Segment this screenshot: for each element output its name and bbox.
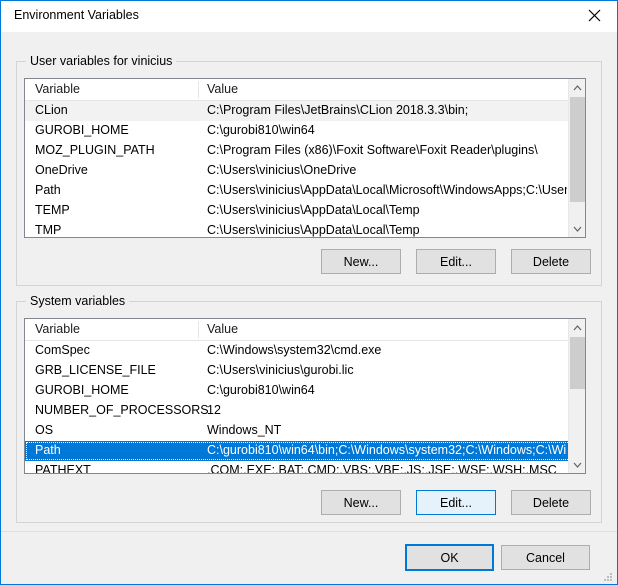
system-delete-button[interactable]: Delete — [511, 490, 591, 515]
user-list-scrollbar[interactable] — [568, 79, 585, 237]
table-row[interactable]: GRB_LICENSE_FILE C:\Users\vinicius\gurobi… — [25, 361, 585, 381]
cell-variable: OS — [35, 423, 54, 437]
table-row[interactable]: NUMBER_OF_PROCESSORS 12 — [25, 401, 585, 421]
table-row[interactable]: Path C:\gurobi810\win64\bin;C:\Windows\sy… — [25, 441, 585, 461]
cancel-button[interactable]: Cancel — [501, 545, 590, 570]
system-list-rows: ComSpec C:\Windows\system32\cmd.exe GRB_LI… — [25, 341, 585, 474]
cell-value: .COM;.EXE;.BAT;.CMD;.VBS;.VBE;.JS;.JSE;.… — [207, 463, 557, 474]
cell-value: C:\gurobi810\win64\bin;C:\Windows\system… — [207, 443, 567, 457]
user-new-button[interactable]: New... — [321, 249, 401, 274]
system-variables-legend: System variables — [26, 294, 130, 308]
scroll-up-icon[interactable] — [569, 319, 585, 336]
cell-variable: GUROBI_HOME — [35, 383, 129, 397]
system-column-divider[interactable] — [198, 321, 199, 338]
system-variables-list[interactable]: Variable Value ComSpec C:\Windows\system3… — [24, 318, 586, 474]
system-list-header: Variable Value — [25, 319, 585, 341]
table-row[interactable]: ComSpec C:\Windows\system32\cmd.exe — [25, 341, 585, 361]
cell-variable: TEMP — [35, 203, 70, 217]
cell-variable: GUROBI_HOME — [35, 123, 129, 137]
table-row[interactable]: CLion C:\Program Files\JetBrains\CLion 20… — [25, 101, 585, 121]
table-row[interactable]: GUROBI_HOME C:\gurobi810\win64 — [25, 121, 585, 141]
environment-variables-dialog: Environment Variables User variables for… — [0, 0, 618, 585]
user-edit-button[interactable]: Edit... — [416, 249, 496, 274]
table-row[interactable]: Path C:\Users\vinicius\AppData\Local\Micr… — [25, 181, 585, 201]
table-row[interactable]: PATHEXT .COM;.EXE;.BAT;.CMD;.VBS;.VBE;.JS… — [25, 461, 585, 474]
cell-value: C:\Users\vinicius\AppData\Local\Microsof… — [207, 183, 567, 197]
user-variables-list[interactable]: Variable Value CLion C:\Program Files\Jet… — [24, 78, 586, 238]
window-title: Environment Variables — [14, 8, 139, 22]
user-column-value[interactable]: Value — [207, 82, 238, 96]
cell-variable: PATHEXT — [35, 463, 91, 474]
table-row[interactable]: OS Windows_NT — [25, 421, 585, 441]
system-column-variable[interactable]: Variable — [35, 322, 80, 336]
table-row[interactable]: TEMP C:\Users\vinicius\AppData\Local\Temp — [25, 201, 585, 221]
table-row[interactable]: TMP C:\Users\vinicius\AppData\Local\Temp — [25, 221, 585, 237]
cell-variable: CLion — [35, 103, 68, 117]
user-list-header: Variable Value — [25, 79, 585, 101]
table-row[interactable]: OneDrive C:\Users\vinicius\OneDrive — [25, 161, 585, 181]
cell-variable: Path — [35, 183, 61, 197]
cell-value: C:\Users\vinicius\gurobi.lic — [207, 363, 354, 377]
cell-value: C:\Windows\system32\cmd.exe — [207, 343, 382, 357]
system-column-value[interactable]: Value — [207, 322, 238, 336]
user-scrollbar-thumb[interactable] — [570, 97, 585, 202]
cell-value: C:\gurobi810\win64 — [207, 383, 315, 397]
user-variables-legend: User variables for vinicius — [26, 54, 177, 68]
system-new-button[interactable]: New... — [321, 490, 401, 515]
cell-value: C:\gurobi810\win64 — [207, 123, 315, 137]
scroll-up-icon[interactable] — [569, 79, 585, 96]
cell-variable: MOZ_PLUGIN_PATH — [35, 143, 155, 157]
cell-variable: GRB_LICENSE_FILE — [35, 363, 156, 377]
cell-variable: TMP — [35, 223, 62, 237]
cell-variable: NUMBER_OF_PROCESSORS — [35, 403, 209, 417]
user-list-rows: CLion C:\Program Files\JetBrains\CLion 20… — [25, 101, 585, 237]
cell-value: C:\Users\vinicius\AppData\Local\Temp — [207, 203, 420, 217]
resize-grip-icon[interactable] — [602, 570, 614, 582]
user-delete-button[interactable]: Delete — [511, 249, 591, 274]
cell-variable: ComSpec — [35, 343, 90, 357]
user-column-divider[interactable] — [198, 81, 199, 98]
table-row[interactable]: MOZ_PLUGIN_PATH C:\Program Files (x86)\Fo… — [25, 141, 585, 161]
cell-value: C:\Program Files (x86)\Foxit Software\Fo… — [207, 143, 538, 157]
user-column-variable[interactable]: Variable — [35, 82, 80, 96]
cell-value: C:\Users\vinicius\OneDrive — [207, 163, 357, 177]
ok-button[interactable]: OK — [405, 544, 494, 571]
cell-value: 12 — [207, 403, 221, 417]
cell-value: Windows_NT — [207, 423, 282, 437]
system-scrollbar-thumb[interactable] — [570, 337, 585, 389]
scroll-down-icon[interactable] — [569, 456, 585, 473]
system-edit-button[interactable]: Edit... — [416, 490, 496, 515]
table-row[interactable]: GUROBI_HOME C:\gurobi810\win64 — [25, 381, 585, 401]
scroll-down-icon[interactable] — [569, 220, 585, 237]
cell-value: C:\Users\vinicius\AppData\Local\Temp — [207, 223, 420, 237]
system-list-scrollbar[interactable] — [568, 319, 585, 473]
cell-variable: Path — [35, 443, 61, 457]
cell-value: C:\Program Files\JetBrains\CLion 2018.3.… — [207, 103, 469, 117]
cell-variable: OneDrive — [35, 163, 88, 177]
title-bar: Environment Variables — [1, 1, 617, 32]
footer-divider — [1, 531, 617, 532]
close-icon[interactable] — [571, 1, 617, 30]
